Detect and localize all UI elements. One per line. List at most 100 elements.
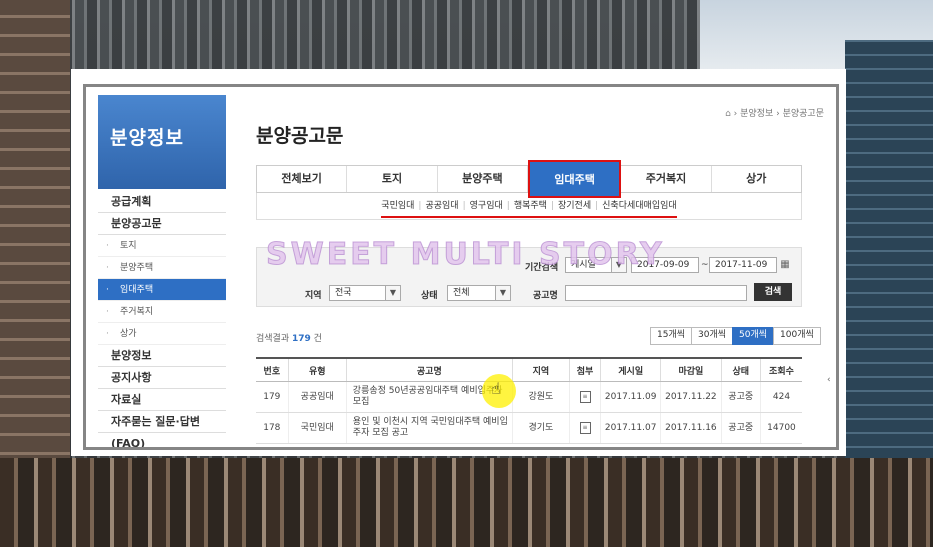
sidebar-item-archive[interactable]: 자료실 [98, 389, 226, 411]
subtab-separator: | [550, 201, 554, 211]
chevron-left-icon: ‹ [827, 375, 831, 385]
region-select[interactable]: 전국 ▼ [329, 285, 401, 301]
tab-shops[interactable]: 상가 [712, 166, 801, 192]
home-icon[interactable]: ⌂ [725, 109, 731, 119]
cell-region: 경기도 [511, 412, 570, 444]
column-header: 번호 [256, 357, 289, 382]
sidebar-subitem-sale-housing[interactable]: 분양주택 [98, 257, 226, 279]
subtab-separator: | [595, 201, 599, 211]
subtab-permanent-rental[interactable]: 영구임대 [470, 201, 503, 211]
tab-all[interactable]: 전체보기 [257, 166, 348, 192]
status-select[interactable]: 전체 ▼ [447, 285, 511, 301]
tab-housing-welfare[interactable]: 주거복지 [621, 166, 712, 192]
notice-name-label: 공고명 [533, 291, 558, 301]
column-header: 마감일 [660, 357, 721, 382]
cell-status: 공고중 [720, 381, 761, 413]
subtab-national-rental[interactable]: 국민임대 [381, 201, 414, 211]
cell-views: 424 [759, 381, 802, 413]
column-header: 유형 [287, 357, 347, 382]
breadcrumb-item[interactable]: 분양공고문 [783, 109, 824, 119]
subcategory-tabs: 국민임대 | 공공임대 | 영구임대 | 행복주택 | 장기전세 | 신축다세대매입임대 [256, 193, 802, 220]
tab-land[interactable]: 토지 [347, 166, 438, 192]
sidebar-menu: 공급계획 분양공고문 토지 분양주택 임대주택 주거복지 상가 분양정보 공지사… [98, 191, 226, 447]
title-line[interactable]: 모집 [353, 397, 370, 407]
sidebar-item-announcements[interactable]: 분양공고문 [98, 213, 226, 235]
region-label: 지역 [305, 291, 322, 301]
category-tabs: 전체보기 토지 분양주택 임대주택 주거복지 상가 [256, 160, 802, 198]
subtab-separator: | [418, 201, 422, 211]
cell-posted-date: 2017.11.09 [600, 381, 661, 413]
title-line[interactable]: 용인 및 이천시 지역 국민임대주택 예비입 [353, 417, 508, 427]
sidebar-item-sale-info[interactable]: 분양정보 [98, 345, 226, 367]
column-header: 지역 [511, 357, 570, 382]
sidebar-subitem-land[interactable]: 토지 [98, 235, 226, 257]
result-count-suffix: 건 [313, 334, 322, 344]
watermark-text: SWEET MULTI STORY [266, 237, 665, 273]
result-count-number: 179 [292, 334, 311, 344]
page-size-100-button[interactable]: 100개씩 [773, 327, 821, 345]
breadcrumb: ⌂ › 분양정보 › 분양공고문 [725, 106, 824, 119]
background-street [0, 458, 933, 547]
background-building-right [845, 40, 933, 460]
cell-number: 179 [256, 381, 289, 413]
page-size-15-button[interactable]: 15개씩 [650, 327, 693, 345]
cell-deadline: 2017.11.22 [660, 381, 721, 413]
date-to-input[interactable]: 2017-11-09 [709, 257, 777, 273]
page-title: 분양공고문 [256, 125, 344, 147]
page-size-30-button[interactable]: 30개씩 [691, 327, 734, 345]
subtab-separator: | [506, 201, 510, 211]
cell-type: 공공임대 [287, 381, 347, 413]
webpage: 분양정보 공급계획 분양공고문 토지 분양주택 임대주택 주거복지 상가 분양정… [83, 84, 839, 450]
hand-pointer-icon: ☝ [491, 379, 501, 398]
sidebar-title: 분양정보 [110, 127, 184, 149]
sidebar-item-faq[interactable]: 자주묻는 질문·답변(FAQ) [98, 411, 226, 447]
subtab-separator: | [462, 201, 466, 211]
sidebar-header: 분양정보 [98, 95, 226, 189]
title-line[interactable]: 주자 모집 공고 [353, 428, 408, 438]
screenshot-frame: 분양정보 공급계획 분양공고문 토지 분양주택 임대주택 주거복지 상가 분양정… [71, 69, 846, 456]
chevron-down-icon: ▼ [385, 286, 400, 300]
chevron-down-icon: ▼ [495, 286, 510, 300]
column-header: 첨부 [568, 357, 601, 382]
status-value: 전체 [453, 288, 470, 298]
column-header: 게시일 [600, 357, 661, 382]
title-line[interactable]: 강릉송정 50년공공임대주택 예비입주자 [353, 386, 503, 396]
sidebar-item-notices[interactable]: 공지사항 [98, 367, 226, 389]
table-row[interactable]: 179 공공임대 강릉송정 50년공공임대주택 예비입주자 모집 강원도 ≡ 20… [256, 381, 802, 413]
cell-type: 국민임대 [287, 412, 347, 444]
region-value: 전국 [335, 288, 352, 298]
page-size-50-button[interactable]: 50개씩 [732, 327, 775, 345]
cell-status: 공고중 [720, 412, 761, 444]
subtab-long-term-jeonse[interactable]: 장기전세 [558, 201, 591, 211]
subtab-happy-housing[interactable]: 행복주택 [514, 201, 547, 211]
cell-deadline: 2017.11.16 [660, 412, 721, 444]
file-icon[interactable]: ≡ [579, 422, 591, 434]
calendar-icon[interactable]: ▦ [777, 257, 793, 273]
cell-title[interactable]: 용인 및 이천시 지역 국민임대주택 예비입 주자 모집 공고 [345, 412, 513, 444]
table-row[interactable]: 178 국민임대 용인 및 이천시 지역 국민임대주택 예비입 주자 모집 공고 … [256, 412, 802, 444]
sidebar-item-supply-plan[interactable]: 공급계획 [98, 191, 226, 213]
subcategory-underline: 국민임대 | 공공임대 | 영구임대 | 행복주택 | 장기전세 | 신축다세대매입임대 [381, 196, 677, 218]
tab-sale-housing[interactable]: 분양주택 [438, 166, 528, 192]
cell-attachment: ≡ [568, 412, 601, 444]
subtab-public-rental[interactable]: 공공임대 [425, 201, 458, 211]
table-header-row: 번호 유형 공고명 지역 첨부 게시일 마감일 상태 조회수 [256, 357, 802, 382]
sidebar-subitem-housing-welfare[interactable]: 주거복지 [98, 301, 226, 323]
breadcrumb-item[interactable]: 분양정보 [740, 109, 773, 119]
sidebar-subitem-shops[interactable]: 상가 [98, 323, 226, 345]
file-icon[interactable]: ≡ [579, 391, 591, 403]
page-size-selector: 15개씩 30개씩 50개씩 100개씩 [650, 327, 821, 345]
cell-posted-date: 2017.11.07 [600, 412, 661, 444]
subtab-new-multiplex-rental[interactable]: 신축다세대매입임대 [602, 201, 677, 211]
column-header: 조회수 [759, 357, 802, 382]
result-count: 검색결과 179 건 [256, 331, 322, 344]
announcement-table: 번호 유형 공고명 지역 첨부 게시일 마감일 상태 조회수 179 공공임대 … [256, 357, 802, 444]
search-button[interactable]: 검색 [754, 283, 792, 301]
cursor-highlight: ☝ [482, 374, 516, 408]
sidebar-subitem-rental-housing[interactable]: 임대주택 [98, 279, 226, 301]
cell-region: 강원도 [511, 381, 570, 413]
status-label: 상태 [421, 291, 438, 301]
result-count-prefix: 검색결과 [256, 334, 290, 344]
date-range-separator: ~ [701, 260, 709, 270]
notice-name-input[interactable] [565, 285, 747, 301]
